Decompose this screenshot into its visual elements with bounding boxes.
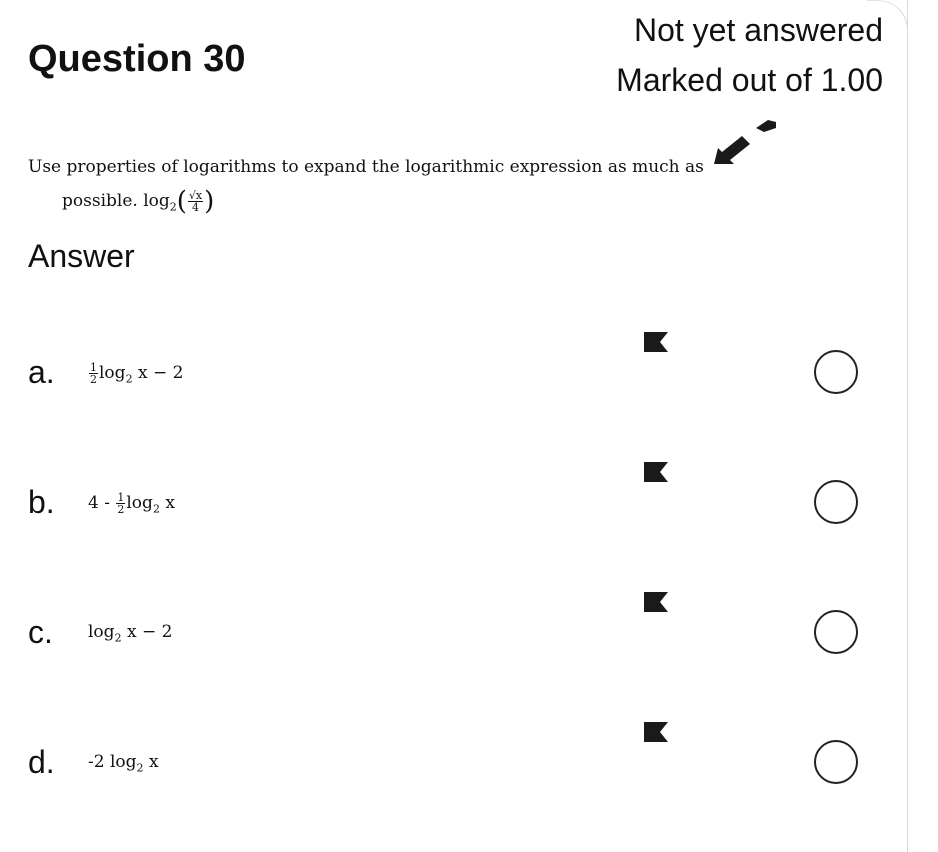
option-math: 1 2 log2 x − 2 — [88, 362, 183, 385]
option-fraction: 12 — [116, 492, 126, 516]
option-a[interactable]: a. 1 2 log2 x − 2 — [0, 332, 938, 422]
option-d[interactable]: d. -2 log2 x — [0, 722, 938, 812]
answer-label: Answer — [28, 238, 135, 274]
option-log: log — [99, 363, 126, 383]
option-suffix: x − 2 — [137, 363, 184, 383]
option-math: log2 x − 2 — [88, 622, 172, 644]
option-log: log — [109, 752, 137, 772]
option-log: log — [126, 493, 153, 513]
option-suffix: x — [148, 752, 159, 772]
option-letter: c. — [28, 614, 53, 650]
frac-den: 2 — [117, 503, 125, 516]
option-suffix: x − 2 — [126, 622, 173, 642]
expression-base: 2 — [169, 200, 177, 214]
flag-icon — [644, 332, 668, 352]
question-text: Use properties of logarithms to expand t… — [28, 150, 828, 224]
option-c[interactable]: c. log2 x − 2 — [0, 592, 938, 682]
question-expression: log2(√x 4) — [143, 187, 214, 217]
option-d-radio[interactable] — [814, 740, 858, 784]
option-base: 2 — [114, 631, 122, 645]
option-base: 2 — [125, 372, 133, 386]
option-letter: b. — [28, 484, 55, 520]
flag-icon — [644, 592, 668, 612]
paren-open: ( — [176, 186, 187, 217]
fraction-denominator: 4 — [192, 201, 200, 214]
option-prefix: -2 — [88, 752, 110, 772]
option-math: -2 log2 x — [88, 752, 159, 774]
flag-icon — [644, 722, 668, 742]
question-state: Not yet answered — [633, 12, 883, 48]
option-prefix: 4 - — [88, 493, 116, 513]
paren-close: ) — [204, 186, 215, 217]
option-log: log — [88, 622, 115, 642]
option-b[interactable]: b. 4 - 1 2 log2 x — [0, 462, 938, 552]
option-b-radio[interactable] — [814, 480, 858, 524]
question-grade: Marked out of 1.00 — [616, 62, 883, 98]
option-letter: a. — [28, 354, 55, 390]
option-math: 4 - 1 2 log2 x — [88, 492, 175, 515]
option-base: 2 — [136, 761, 144, 775]
option-c-radio[interactable] — [814, 610, 858, 654]
option-base: 2 — [152, 502, 160, 516]
flag-icon — [644, 462, 668, 482]
option-letter: d. — [28, 744, 55, 780]
expression-fraction: √x 4 — [187, 190, 204, 214]
option-a-radio[interactable] — [814, 350, 858, 394]
question-text-line1: Use properties of logarithms to expand t… — [28, 157, 704, 177]
question-text-possible: possible. — [62, 191, 138, 211]
option-fraction: 12 — [89, 362, 98, 385]
expression-log: log — [143, 191, 170, 211]
question-title: Question 30 — [28, 38, 246, 80]
option-suffix: x — [165, 493, 175, 513]
question-text-line2: possible. log2(√x 4) — [28, 184, 828, 224]
frac-den: 2 — [90, 373, 97, 386]
